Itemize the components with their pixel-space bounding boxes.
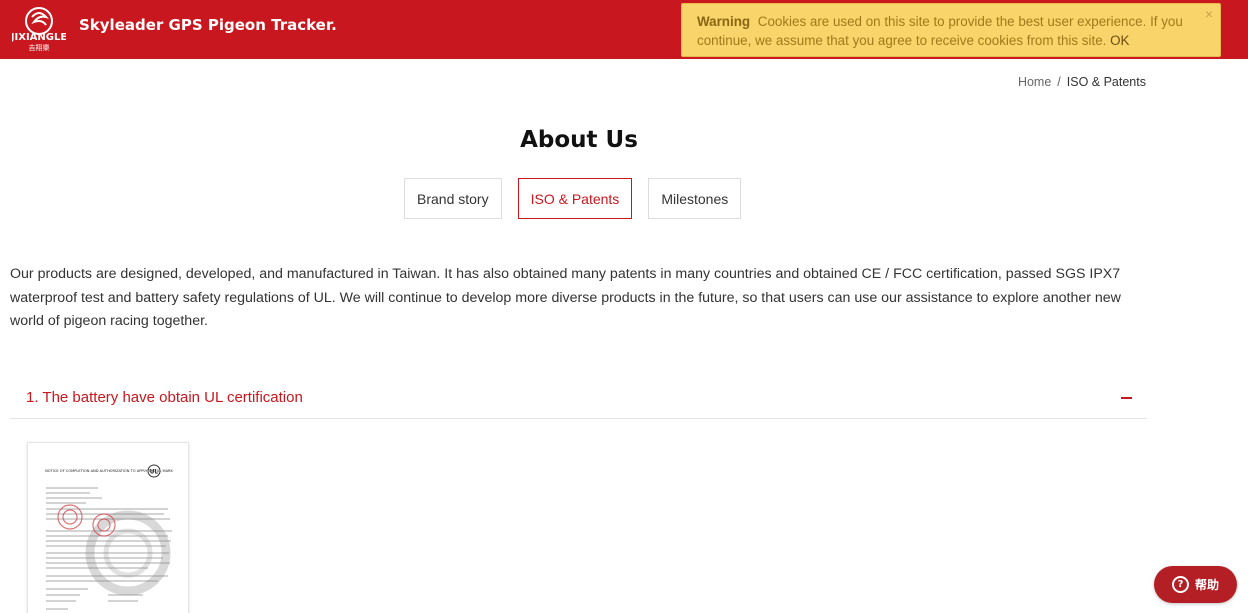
minus-icon[interactable]: [1121, 397, 1132, 399]
section-tabs: Brand story ISO & Patents Milestones: [404, 178, 742, 219]
breadcrumb-home-link[interactable]: Home: [1018, 75, 1051, 89]
cookie-warning-label: Warning: [697, 14, 751, 29]
certificate-document-image: NOTICE OF COMPLETION AND AUTHORIZATION T…: [28, 443, 188, 613]
breadcrumb: Home / ISO & Patents: [1018, 75, 1146, 89]
close-icon[interactable]: ×: [1205, 5, 1213, 24]
brand-logo[interactable]: JIXIANGLE 吉翔樂: [10, 5, 67, 53]
intro-paragraph: Our products are designed, developed, an…: [10, 266, 1121, 329]
logo-subtext: 吉翔樂: [29, 43, 50, 52]
ul-mark: UL: [150, 469, 159, 476]
breadcrumb-separator: /: [1057, 75, 1061, 89]
accordion-title: 1. The battery have obtain UL certificat…: [26, 389, 303, 406]
tab-milestones[interactable]: Milestones: [648, 178, 742, 219]
accordion-header[interactable]: 1. The battery have obtain UL certificat…: [10, 380, 1147, 419]
certificate-thumbnail[interactable]: NOTICE OF COMPLETION AND AUTHORIZATION T…: [27, 442, 189, 613]
logo-text: JIXIANGLE: [12, 32, 66, 43]
logo-mark: JIXIANGLE 吉翔樂: [10, 7, 67, 52]
cookie-notice: Warning Cookies are used on this site to…: [681, 3, 1221, 57]
breadcrumb-current: ISO & Patents: [1066, 75, 1146, 89]
help-button-label: 帮助: [1194, 578, 1219, 592]
tab-brand-story[interactable]: Brand story: [404, 178, 502, 219]
cookie-ok-button[interactable]: OK: [1110, 33, 1129, 48]
help-button[interactable]: ? 帮助: [1154, 566, 1237, 603]
question-icon: ?: [1171, 576, 1189, 593]
page-title: About Us: [520, 127, 638, 153]
site-title[interactable]: Skyleader GPS Pigeon Tracker.: [79, 16, 337, 34]
tab-iso-patents[interactable]: ISO & Patents: [517, 178, 633, 219]
